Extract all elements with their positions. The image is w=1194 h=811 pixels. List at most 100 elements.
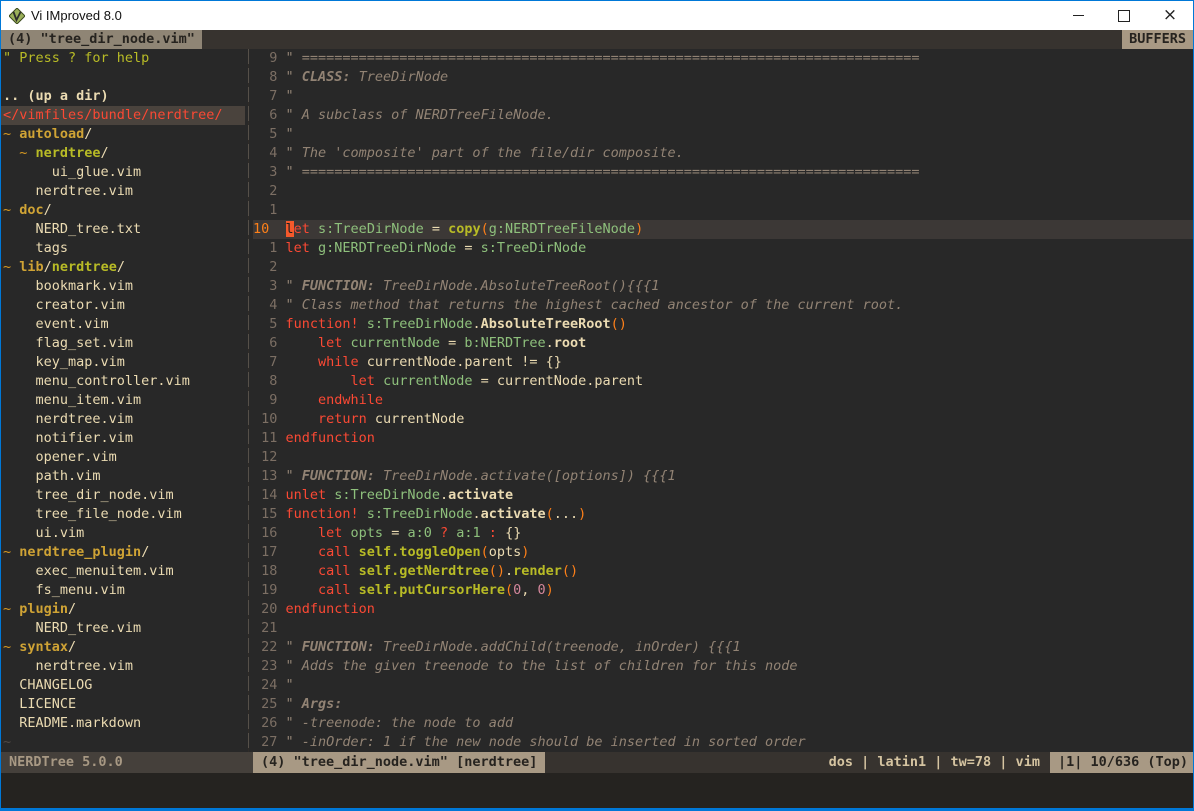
syntax-segment: "	[286, 639, 302, 655]
tree-item[interactable]: .. (up a dir)	[1, 87, 245, 106]
syntax-segment: /	[44, 202, 52, 218]
syntax-segment: FUNCTION:	[302, 468, 375, 484]
code-line[interactable]: 4" The 'composite' part of the file/dir …	[253, 144, 1193, 163]
code-line[interactable]: 10let s:TreeDirNode = copy(g:NERDTreeFil…	[253, 220, 1193, 239]
code-line[interactable]: 15function! s:TreeDirNode.activate(...)	[253, 505, 1193, 524]
code-line-content	[286, 258, 1194, 277]
code-line[interactable]: 3" FUNCTION: TreeDirNode.AbsoluteTreeRoo…	[253, 277, 1193, 296]
tree-item[interactable]: tree_file_node.vim	[1, 505, 245, 524]
tree-item[interactable]: event.vim	[1, 315, 245, 334]
code-line[interactable]: 7 while currentNode.parent != {}	[253, 353, 1193, 372]
tree-item[interactable]: NERD_tree.txt	[1, 220, 245, 239]
command-line-area[interactable]	[1, 773, 1193, 808]
tree-item[interactable]: ~ doc/	[1, 201, 245, 220]
tree-item[interactable]: flag_set.vim	[1, 334, 245, 353]
tree-item[interactable]: nerdtree.vim	[1, 182, 245, 201]
tree-item[interactable]: ~ autoload/	[1, 125, 245, 144]
code-line[interactable]: 2	[253, 258, 1193, 277]
code-line[interactable]: 24"	[253, 676, 1193, 695]
minimize-button[interactable]	[1055, 1, 1101, 30]
tree-item[interactable]: CHANGELOG	[1, 676, 245, 695]
tree-item[interactable]: fs_menu.vim	[1, 581, 245, 600]
tree-item[interactable]: ~	[1, 733, 245, 752]
tree-item[interactable]: opener.vim	[1, 448, 245, 467]
syntax-segment: ...	[554, 506, 578, 522]
tree-item[interactable]: nerdtree.vim	[1, 410, 245, 429]
code-line-content	[286, 619, 1194, 638]
code-line[interactable]: 25" Args:	[253, 695, 1193, 714]
window-separator[interactable]	[245, 49, 253, 752]
code-line[interactable]: 27" -inOrder: 1 if the new node should b…	[253, 733, 1193, 752]
code-line[interactable]: 2	[253, 182, 1193, 201]
tree-item[interactable]: NERD_tree.vim	[1, 619, 245, 638]
code-line[interactable]: 8" CLASS: TreeDirNode	[253, 68, 1193, 87]
code-line[interactable]: 1let g:NERDTreeDirNode = s:TreeDirNode	[253, 239, 1193, 258]
code-line[interactable]: 13" FUNCTION: TreeDirNode.activate([opti…	[253, 467, 1193, 486]
tree-item[interactable]: LICENCE	[1, 695, 245, 714]
tree-item[interactable]: exec_menuitem.vim	[1, 562, 245, 581]
tree-item[interactable]: key_map.vim	[1, 353, 245, 372]
code-line[interactable]: 6 let currentNode = b:NERDTree.root	[253, 334, 1193, 353]
code-line[interactable]: 5"	[253, 125, 1193, 144]
tree-item[interactable]: nerdtree.vim	[1, 657, 245, 676]
code-line[interactable]: 8 let currentNode = currentNode.parent	[253, 372, 1193, 391]
tree-item[interactable]	[1, 68, 245, 87]
code-line[interactable]: 14unlet s:TreeDirNode.activate	[253, 486, 1193, 505]
tree-item[interactable]: ~ nerdtree_plugin/	[1, 543, 245, 562]
tree-item[interactable]: " Press ? for help	[1, 49, 245, 68]
code-line[interactable]: 12	[253, 448, 1193, 467]
tab-current-buffer[interactable]: (4) "tree_dir_node.vim"	[1, 30, 202, 49]
tree-item[interactable]: notifier.vim	[1, 429, 245, 448]
maximize-button[interactable]	[1101, 1, 1147, 30]
code-line[interactable]: 1	[253, 201, 1193, 220]
syntax-segment: /	[117, 259, 125, 275]
syntax-segment: ()	[562, 563, 578, 579]
tree-item[interactable]: ~ syntax/	[1, 638, 245, 657]
tree-item[interactable]: menu_item.vim	[1, 391, 245, 410]
line-number: 16	[253, 524, 286, 543]
tree-item[interactable]: ~ lib/nerdtree/	[1, 258, 245, 277]
code-line[interactable]: 17 call self.toggleOpen(opts)	[253, 543, 1193, 562]
code-line[interactable]: 16 let opts = a:0 ? a:1 : {}	[253, 524, 1193, 543]
code-line[interactable]: 4" Class method that returns the highest…	[253, 296, 1193, 315]
code-line[interactable]: 18 call self.getNerdtree().render()	[253, 562, 1193, 581]
tree-root-item[interactable]: </vimfiles/bundle/nerdtree/	[1, 106, 245, 125]
tree-item[interactable]: tags	[1, 239, 245, 258]
tree-item[interactable]: ui.vim	[1, 524, 245, 543]
code-line[interactable]: 26" -treenode: the node to add	[253, 714, 1193, 733]
syntax-segment: key_map.vim	[3, 354, 125, 370]
code-line[interactable]: 10 return currentNode	[253, 410, 1193, 429]
vim-window: Vi IMproved 8.0 × (4) "tree_dir_node.vim…	[0, 0, 1194, 811]
syntax-segment	[351, 582, 359, 598]
tree-item[interactable]: path.vim	[1, 467, 245, 486]
syntax-segment: syntax	[19, 639, 68, 655]
code-line[interactable]: 9" =====================================…	[253, 49, 1193, 68]
code-line[interactable]: 22" FUNCTION: TreeDirNode.addChild(treen…	[253, 638, 1193, 657]
syntax-segment: =	[424, 221, 448, 237]
tree-item[interactable]: ~ plugin/	[1, 600, 245, 619]
code-line[interactable]: 5function! s:TreeDirNode.AbsoluteTreeRoo…	[253, 315, 1193, 334]
line-number: 9	[253, 49, 286, 68]
tree-item[interactable]: tree_dir_node.vim	[1, 486, 245, 505]
code-line[interactable]: 21	[253, 619, 1193, 638]
code-line[interactable]: 23" Adds the given treenode to the list …	[253, 657, 1193, 676]
tree-item[interactable]: ui_glue.vim	[1, 163, 245, 182]
syntax-segment: unlet	[286, 487, 327, 503]
tree-item[interactable]: menu_controller.vim	[1, 372, 245, 391]
tree-item[interactable]: README.markdown	[1, 714, 245, 733]
syntax-segment: nerdtree	[52, 259, 117, 275]
tree-item[interactable]: bookmark.vim	[1, 277, 245, 296]
syntax-segment: nerdtree	[36, 145, 101, 161]
tree-item[interactable]: creator.vim	[1, 296, 245, 315]
line-number: 23	[253, 657, 286, 676]
code-line[interactable]: 9 endwhile	[253, 391, 1193, 410]
code-line[interactable]: 19 call self.putCursorHere(0, 0)	[253, 581, 1193, 600]
close-button[interactable]: ×	[1147, 1, 1193, 30]
code-line[interactable]: 6" A subclass of NERDTreeFileNode.	[253, 106, 1193, 125]
code-line[interactable]: 11endfunction	[253, 429, 1193, 448]
code-line[interactable]: 7"	[253, 87, 1193, 106]
syntax-segment: activate	[481, 506, 546, 522]
tree-item[interactable]: ~ nerdtree/	[1, 144, 245, 163]
code-line[interactable]: 3" =====================================…	[253, 163, 1193, 182]
code-line[interactable]: 20endfunction	[253, 600, 1193, 619]
